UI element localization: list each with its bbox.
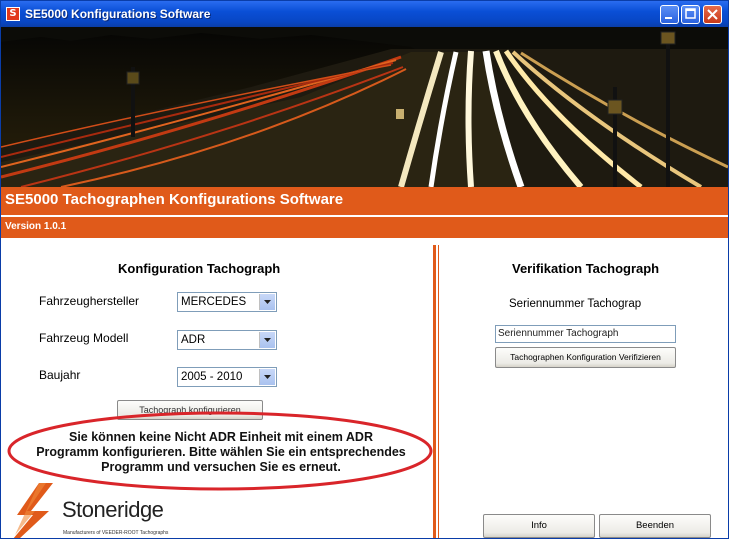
year-select[interactable]: 2005 - 2010 [177, 367, 277, 387]
header-title: SE5000 Tachographen Konfigurations Softw… [5, 191, 344, 208]
model-value: ADR [181, 334, 206, 346]
error-message-line-1: Sie können keine Nicht ADR Einheit mit e… [69, 430, 373, 444]
window-title: SE5000 Konfigurations Software [25, 7, 211, 21]
year-label: Baujahr [39, 368, 81, 382]
logo-text: Stoneridge [62, 497, 164, 522]
close-icon [707, 9, 718, 20]
year-value: 2005 - 2010 [181, 371, 243, 383]
maximize-button[interactable] [681, 5, 700, 24]
maximize-icon [685, 8, 696, 19]
logo-subtext: Manufacturers of VEEDER-ROOT Tachographs [63, 530, 169, 536]
manufacturer-value: MERCEDES [181, 296, 247, 308]
manufacturer-label: Fahrzeughersteller [39, 294, 140, 308]
header-title-band: SE5000 Tachographen Konfigurations Softw… [1, 187, 728, 215]
serial-number-input[interactable]: Seriennummer Tachograph [495, 325, 676, 343]
error-message: Sie können keine Nicht ADR Einheit mit e… [31, 430, 411, 475]
chevron-down-icon[interactable] [259, 294, 275, 310]
info-button[interactable]: Info [483, 514, 595, 538]
title-bar[interactable]: S SE5000 Konfigurations Software [1, 1, 728, 27]
error-message-line-3: Programm und versuchen Sie es erneut. [101, 460, 341, 474]
version-label: Version 1.0.1 [5, 221, 67, 232]
serial-number-value: Seriennummer Tachograph [498, 328, 619, 339]
chevron-down-icon[interactable] [259, 369, 275, 385]
verify-button[interactable]: Tachographen Konfiguration Verifizieren [495, 347, 676, 368]
chevron-down-icon[interactable] [259, 332, 275, 348]
app-icon: S [6, 7, 20, 21]
minimize-button[interactable] [660, 5, 679, 24]
model-select[interactable]: ADR [177, 330, 277, 350]
panel-divider-line [438, 245, 439, 538]
exit-button[interactable]: Beenden [599, 514, 711, 538]
close-button[interactable] [703, 5, 722, 24]
minimize-icon [665, 17, 672, 19]
serial-label: Seriennummer Tachograp [509, 298, 642, 310]
model-label: Fahrzeug Modell [39, 331, 129, 345]
error-message-line-2: Programm konfigurieren. Bitte wählen Sie… [36, 445, 406, 459]
application-window: S SE5000 Konfigurations Software SE5000 … [0, 0, 729, 539]
manufacturer-select[interactable]: MERCEDES [177, 292, 277, 312]
highway-banner-image [1, 27, 728, 187]
stoneridge-logo [13, 483, 53, 538]
version-band: Version 1.0.1 [1, 217, 728, 238]
verification-heading: Verifikation Tachograph [512, 261, 660, 276]
config-heading: Konfiguration Tachograph [118, 261, 281, 276]
panel-divider [433, 245, 436, 538]
